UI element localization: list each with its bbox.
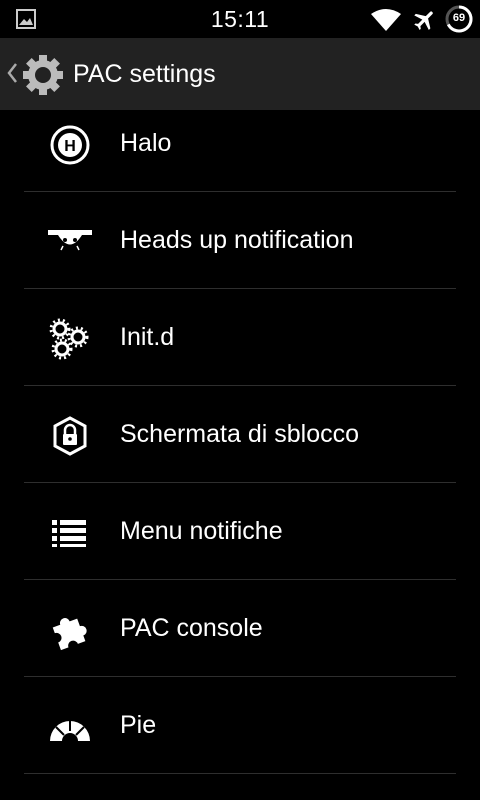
list-item-label: Heads up notification [120, 226, 354, 254]
puzzle-icon [52, 618, 87, 651]
page-title: PAC settings [73, 60, 216, 88]
list-item-label: Halo [120, 129, 172, 157]
list-item-menu-notifiche[interactable]: Menu notifiche [24, 483, 456, 580]
list-item-init-d[interactable]: Init.d [24, 289, 456, 386]
list-item-label: Pie [120, 711, 157, 739]
wifi-icon [371, 9, 401, 31]
list-item-label: Menu notifiche [120, 517, 283, 545]
gear-icon[interactable] [21, 53, 65, 97]
list-item-label: PAC console [120, 614, 263, 642]
airplane-icon [414, 11, 433, 30]
list-item-heads-up-notification[interactable]: Heads up notification [24, 192, 456, 289]
settings-list: H Halo Heads up notification Init.d Sche… [0, 95, 480, 774]
status-bar: 15:11 69 [0, 0, 480, 38]
battery-icon: 69 [445, 5, 473, 33]
pie-icon [50, 719, 90, 741]
halo-icon: H [50, 125, 90, 165]
svg-text:H: H [64, 138, 76, 155]
list-item-label: Init.d [120, 323, 175, 351]
list-item-label: Schermata di sblocco [120, 420, 360, 448]
battery-level: 69 [452, 12, 466, 24]
status-time: 15:11 [210, 6, 270, 32]
list-item-pie[interactable]: Pie [24, 677, 456, 774]
list-item-pac-console[interactable]: PAC console [24, 580, 456, 677]
gears-icon [49, 318, 89, 360]
lock-icon [53, 416, 87, 456]
heads-up-icon [48, 230, 92, 251]
back-chevron-icon[interactable] [6, 62, 18, 84]
list-item-schermata-di-sblocco[interactable]: Schermata di sblocco [24, 386, 456, 483]
list-item-halo[interactable]: H Halo [24, 95, 456, 192]
list-icon [52, 520, 86, 547]
